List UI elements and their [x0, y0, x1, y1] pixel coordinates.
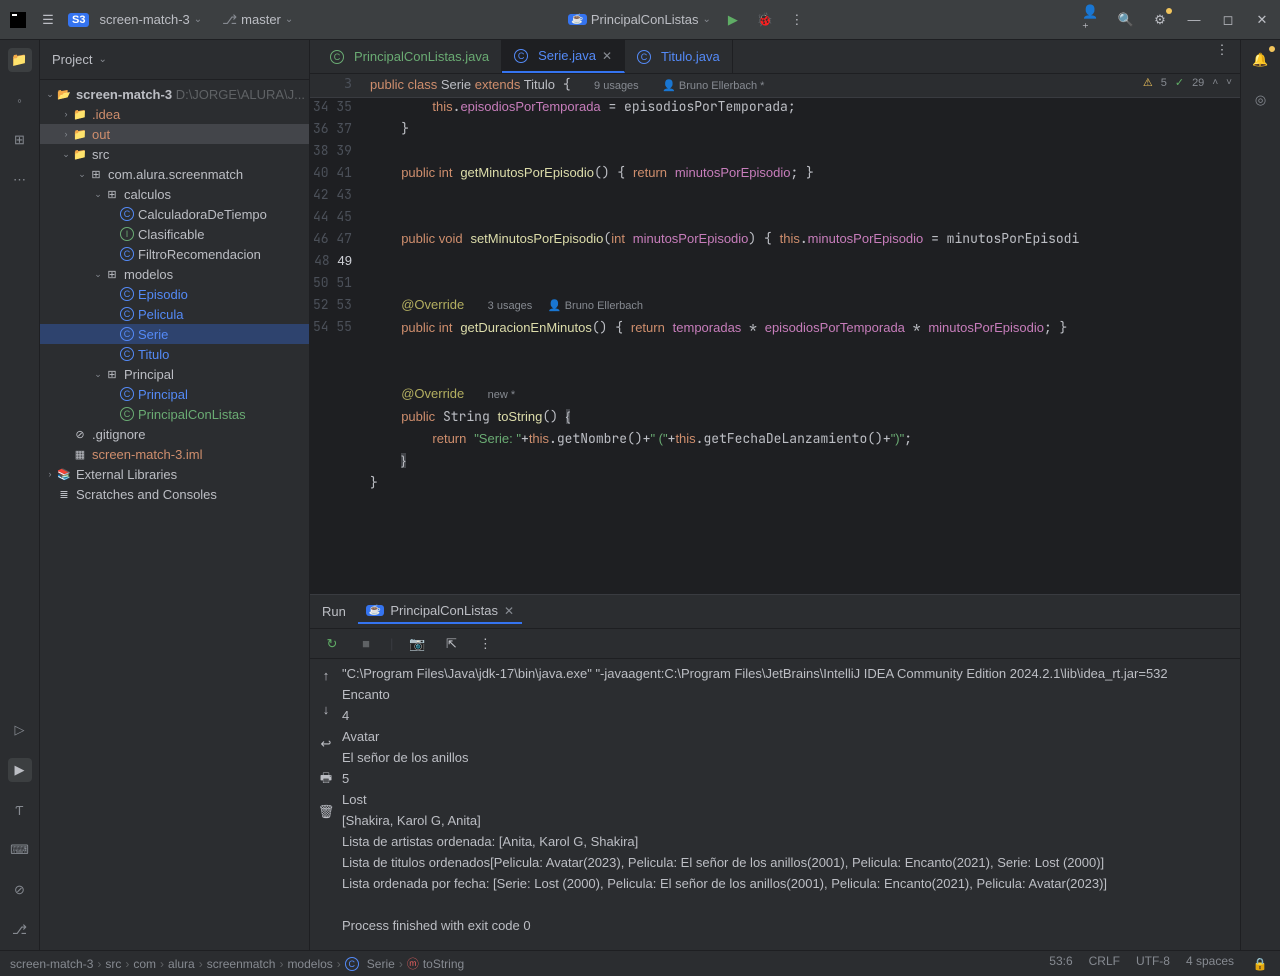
run-config-dropdown[interactable]: ☕PrincipalConListas⌄: [568, 12, 711, 27]
tree-class[interactable]: CCalculadoraDeTiempo: [40, 204, 309, 224]
run-panel: Run ☕PrincipalConListas✕ ↻ ■ | 📷 ⇱ ⋮ ↑ ↓…: [310, 594, 1240, 950]
tab-close-icon[interactable]: ✕: [602, 49, 612, 63]
left-tool-rail: 📁 ◦ ⊞ ⋯ ▷ ▶ Ƭ ⌨ ⊘ ⎇: [0, 40, 40, 950]
title-bar: ☰ S3 screen-match-3⌄ ⎇master⌄ ☕Principal…: [0, 0, 1280, 40]
tree-class[interactable]: CFiltroRecomendacion: [40, 244, 309, 264]
vcs-icon[interactable]: ⎇: [8, 918, 32, 942]
tree-folder-src[interactable]: ⌄📁src: [40, 144, 309, 164]
tree-class[interactable]: CPelicula: [40, 304, 309, 324]
tree-pkg-calculos[interactable]: ⌄⊞calculos: [40, 184, 309, 204]
project-dropdown[interactable]: screen-match-3⌄: [99, 12, 202, 27]
build-icon[interactable]: Ƭ: [8, 798, 32, 822]
tree-package[interactable]: ⌄⊞com.alura.screenmatch: [40, 164, 309, 184]
tree-interface[interactable]: IClasificable: [40, 224, 309, 244]
camera-icon[interactable]: 📷: [407, 634, 427, 654]
scroll-up-icon[interactable]: ↑: [316, 665, 336, 685]
debug-icon[interactable]: 🐞: [755, 10, 775, 30]
ai-assistant-icon[interactable]: ◎: [1249, 88, 1273, 112]
tree-external-libs[interactable]: ›📚External Libraries: [40, 464, 309, 484]
right-tool-rail: 🔔 ◎: [1240, 40, 1280, 950]
status-bar: screen-match-3›src›com›alura›screenmatch…: [0, 950, 1280, 976]
maximize-icon[interactable]: ◻: [1218, 10, 1238, 30]
main-menu-icon[interactable]: ☰: [38, 10, 58, 30]
run-icon[interactable]: ▶: [723, 10, 743, 30]
branch-dropdown[interactable]: ⎇master⌄: [222, 12, 293, 28]
settings-icon[interactable]: ⚙: [1150, 10, 1170, 30]
console-output[interactable]: "C:\Program Files\Java\jdk-17\bin\java.e…: [342, 659, 1240, 950]
close-icon: ✕: [504, 604, 514, 618]
more-tools-icon[interactable]: ⋯: [8, 168, 32, 192]
scroll-down-icon[interactable]: ↓: [316, 699, 336, 719]
tab-titulo[interactable]: CTitulo.java: [625, 40, 733, 73]
run-toolbar: ↻ ■ | 📷 ⇱ ⋮: [310, 629, 1240, 659]
tree-class[interactable]: CEpisodio: [40, 284, 309, 304]
console-rail: ↑ ↓ ↩ 🖶 🗑: [310, 659, 342, 950]
clear-icon[interactable]: 🗑: [316, 801, 336, 821]
tree-class[interactable]: CPrincipal: [40, 384, 309, 404]
export-icon[interactable]: ⇱: [441, 634, 461, 654]
tab-options-icon[interactable]: ⋮: [1212, 40, 1232, 60]
tree-scratches[interactable]: ≣Scratches and Consoles: [40, 484, 309, 504]
readonly-lock-icon[interactable]: 🔒: [1250, 954, 1270, 974]
editor-area: CPrincipalConListas.java CSerie.java✕ CT…: [310, 40, 1240, 950]
tree-pkg-modelos[interactable]: ⌄⊞modelos: [40, 264, 309, 284]
tree-pkg-principal[interactable]: ⌄⊞Principal: [40, 364, 309, 384]
print-icon[interactable]: 🖶: [316, 767, 336, 787]
sticky-header: 3 public class Serie extends Titulo { 9 …: [310, 74, 1240, 98]
caret-position[interactable]: 53:6: [1049, 954, 1072, 974]
soft-wrap-icon[interactable]: ↩: [316, 733, 336, 753]
project-tree[interactable]: ⌄📂screen-match-3 D:\JORGE\ALURA\J... ›📁.…: [40, 80, 309, 950]
editor-tabs: CPrincipalConListas.java CSerie.java✕ CT…: [310, 40, 1240, 74]
rerun-icon[interactable]: ↻: [322, 634, 342, 654]
inspection-widget[interactable]: ⚠5 ✓29 ˄˅: [1143, 76, 1232, 89]
indent[interactable]: 4 spaces: [1186, 954, 1234, 974]
stop-icon[interactable]: ■: [356, 634, 376, 654]
tree-folder-idea[interactable]: ›📁.idea: [40, 104, 309, 124]
more-icon[interactable]: ⋮: [475, 634, 495, 654]
minimize-icon[interactable]: —: [1184, 10, 1204, 30]
project-tool-icon[interactable]: 📁: [8, 48, 32, 72]
structure-tool-icon[interactable]: ⊞: [8, 128, 32, 152]
tree-iml[interactable]: ▦screen-match-3.iml: [40, 444, 309, 464]
panel-title: Project: [52, 52, 92, 67]
close-window-icon[interactable]: ✕: [1252, 10, 1272, 30]
code-with-me-icon[interactable]: 👤⁺: [1082, 10, 1102, 30]
tree-class[interactable]: CPrincipalConListas: [40, 404, 309, 424]
search-icon[interactable]: 🔍: [1116, 10, 1136, 30]
app-logo-icon[interactable]: [8, 10, 28, 30]
terminal-icon[interactable]: ⌨: [8, 838, 32, 862]
more-actions-icon[interactable]: ⋮: [787, 10, 807, 30]
project-panel-header: Project ⌄: [40, 40, 309, 80]
tab-principal-con-listas[interactable]: CPrincipalConListas.java: [318, 40, 502, 73]
code-editor[interactable]: 3 public class Serie extends Titulo { 9 …: [310, 74, 1240, 594]
commit-tool-icon[interactable]: ◦: [8, 88, 32, 112]
line-separator[interactable]: CRLF: [1089, 954, 1120, 974]
tab-serie[interactable]: CSerie.java✕: [502, 40, 625, 73]
tree-gitignore[interactable]: ⊘.gitignore: [40, 424, 309, 444]
tree-class[interactable]: CTitulo: [40, 344, 309, 364]
services-icon[interactable]: ▷: [8, 718, 32, 742]
tree-root[interactable]: ⌄📂screen-match-3 D:\JORGE\ALURA\J...: [40, 84, 309, 104]
problems-icon[interactable]: ⊘: [8, 878, 32, 902]
notifications-icon[interactable]: 🔔: [1249, 48, 1273, 72]
project-badge: S3: [68, 13, 89, 27]
encoding[interactable]: UTF-8: [1136, 954, 1170, 974]
run-title: Run: [322, 604, 346, 619]
run-tab[interactable]: ☕PrincipalConListas✕: [358, 599, 522, 624]
tree-folder-out[interactable]: ›📁out: [40, 124, 309, 144]
project-panel: Project ⌄ ⌄📂screen-match-3 D:\JORGE\ALUR…: [40, 40, 310, 950]
tree-class-serie[interactable]: CSerie: [40, 324, 309, 344]
run-tool-icon[interactable]: ▶: [8, 758, 32, 782]
breadcrumb[interactable]: screen-match-3›src›com›alura›screenmatch…: [10, 955, 464, 972]
